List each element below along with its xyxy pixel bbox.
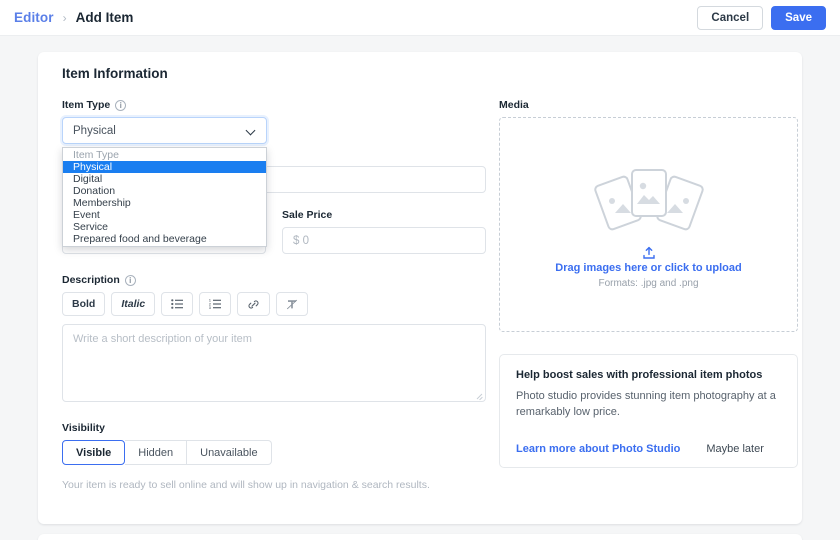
sale-price-field-wrap: Sale Price $ 0 (282, 209, 486, 254)
section-title: Item Information (62, 66, 168, 81)
link-icon (248, 300, 259, 308)
visibility-option-hidden[interactable]: Hidden (125, 440, 188, 465)
visibility-label: Visibility (62, 422, 105, 434)
dropdown-option-event[interactable]: Event (63, 209, 266, 221)
breadcrumb-separator-icon: › (62, 10, 67, 25)
dropdown-option-item-type[interactable]: Item Type (63, 149, 266, 161)
item-type-label: Item Type i (62, 99, 486, 111)
clear-formatting-button[interactable] (276, 292, 309, 316)
media-column: Media Drag images here or click to uploa… (499, 99, 798, 468)
description-label-text: Description (62, 274, 120, 286)
dropdown-option-digital[interactable]: Digital (63, 173, 266, 185)
item-type-selected-value: Physical (73, 124, 116, 137)
visibility-segmented-control: Visible Hidden Unavailable (62, 440, 272, 465)
visibility-section: Visibility Visible Hidden Unavailable Yo… (62, 422, 486, 491)
svg-text:3: 3 (209, 306, 211, 309)
promo-body: Photo studio provides stunning item phot… (516, 390, 776, 418)
media-dropzone[interactable]: Drag images here or click to upload Form… (499, 117, 798, 332)
textarea-resize-handle[interactable] (475, 391, 483, 399)
info-icon[interactable]: i (115, 99, 127, 111)
link-button[interactable] (237, 292, 271, 316)
item-information-card: Item Information Item Type i Physical It… (38, 52, 802, 524)
rich-text-toolbar: Bold Italic 1 2 3 (62, 292, 486, 316)
bulleted-list-icon (171, 299, 184, 309)
promo-title: Help boost sales with professional item … (516, 369, 763, 381)
visibility-option-visible[interactable]: Visible (62, 440, 126, 465)
bulleted-list-button[interactable] (161, 292, 194, 316)
dropdown-option-membership[interactable]: Membership (63, 197, 266, 209)
form-column-left: Item Type i Physical Item Type Physical … (62, 99, 486, 491)
visibility-help-text: Your item is ready to sell online and wi… (62, 479, 430, 491)
item-type-select-wrap: Physical Item Type Physical Digital Dona… (62, 117, 267, 247)
photo-studio-promo-card: Help boost sales with professional item … (499, 354, 798, 468)
upload-icon (642, 246, 655, 259)
visibility-option-unavailable[interactable]: Unavailable (187, 440, 272, 465)
description-section: Description i Bold Italic 1 2 3 Write a … (62, 274, 486, 402)
top-bar: Editor › Add Item Cancel Save (0, 0, 840, 36)
dropdown-option-prepared-food-and-beverage[interactable]: Prepared food and beverage (63, 233, 266, 245)
photo-stack-icon (593, 169, 704, 231)
clear-formatting-icon (287, 299, 298, 309)
italic-button[interactable]: Italic (111, 292, 156, 316)
chevron-down-icon (247, 126, 256, 135)
bold-button[interactable]: Bold (62, 292, 106, 316)
description-label: Description i (62, 274, 486, 286)
sale-price-label: Sale Price (282, 209, 333, 221)
secondary-card (38, 534, 802, 540)
save-button[interactable]: Save (771, 5, 826, 30)
description-textarea[interactable]: Write a short description of your item (62, 324, 486, 402)
promo-learn-more-link[interactable]: Learn more about Photo Studio (516, 443, 680, 455)
promo-actions: Learn more about Photo Studio Maybe late… (516, 443, 781, 455)
media-upload-link[interactable]: Drag images here or click to upload (555, 262, 741, 274)
info-icon[interactable]: i (124, 274, 136, 286)
dropdown-option-service[interactable]: Service (63, 221, 266, 233)
dropdown-option-donation[interactable]: Donation (63, 185, 266, 197)
breadcrumb-editor-link[interactable]: Editor (14, 10, 54, 25)
app-root: Editor › Add Item Cancel Save Item Infor… (0, 0, 840, 540)
promo-maybe-later-button[interactable]: Maybe later (706, 443, 763, 455)
cancel-button[interactable]: Cancel (697, 5, 764, 30)
numbered-list-button[interactable]: 1 2 3 (199, 292, 232, 316)
media-label: Media (499, 99, 529, 111)
media-formats-text: Formats: .jpg and .png (598, 278, 699, 289)
sale-price-input[interactable]: $ 0 (282, 227, 486, 254)
numbered-list-icon: 1 2 3 (209, 299, 222, 309)
description-placeholder: Write a short description of your item (73, 333, 252, 345)
item-type-select[interactable]: Physical (62, 117, 267, 144)
item-type-label-text: Item Type (62, 99, 111, 111)
page-title: Add Item (75, 10, 134, 25)
dropdown-option-physical[interactable]: Physical (63, 161, 266, 173)
item-type-dropdown-menu[interactable]: Item Type Physical Digital Donation Memb… (62, 147, 267, 247)
